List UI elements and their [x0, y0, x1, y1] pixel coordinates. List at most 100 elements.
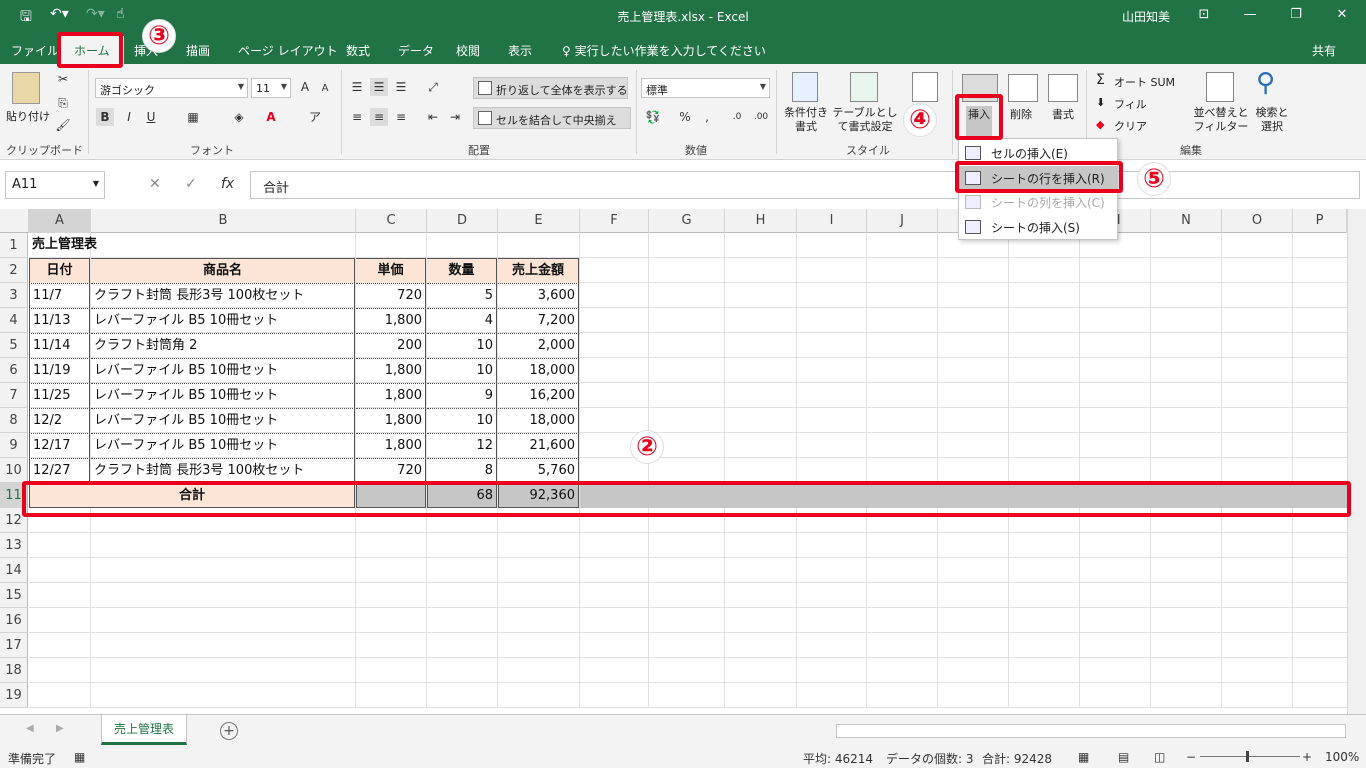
table-cell[interactable]: クラフト封筒 長形3号 100枚セット — [91, 458, 355, 483]
tab-formulas[interactable]: 数式 — [346, 42, 370, 59]
copy-icon[interactable]: ⎘ — [54, 94, 72, 112]
table-cell[interactable]: レバーファイル B5 10冊セット — [91, 383, 355, 408]
table-cell[interactable]: 1,800 — [356, 308, 426, 333]
table-cell[interactable]: 5,760 — [498, 458, 579, 483]
table-cell[interactable]: 11/19 — [29, 358, 90, 383]
user-name[interactable]: 山田知美 — [1122, 8, 1170, 25]
table-cell[interactable]: 1,800 — [356, 383, 426, 408]
table-cell[interactable]: 1,800 — [356, 433, 426, 458]
column-header[interactable]: J — [867, 209, 938, 233]
row-header[interactable]: 15 — [0, 583, 28, 608]
fill-color-icon[interactable]: ◈ — [230, 108, 248, 126]
table-cell[interactable]: 12/17 — [29, 433, 90, 458]
align-top-icon[interactable]: ☰ — [348, 78, 366, 96]
table-cell[interactable]: 10 — [427, 408, 497, 433]
delete-cells-icon[interactable] — [1008, 74, 1038, 102]
row-header[interactable]: 9 — [0, 433, 28, 458]
zoom-slider[interactable] — [1200, 756, 1300, 757]
table-cell[interactable]: 7,200 — [498, 308, 579, 333]
tab-view[interactable]: 表示 — [508, 42, 532, 59]
row-header[interactable]: 3 — [0, 283, 28, 308]
row-header[interactable]: 18 — [0, 658, 28, 683]
table-cell[interactable]: 10 — [427, 358, 497, 383]
horizontal-scrollbar[interactable] — [836, 724, 1346, 738]
phonetic-icon[interactable]: ア — [306, 108, 324, 126]
row-header[interactable]: 8 — [0, 408, 28, 433]
sheet-title-cell[interactable]: 売上管理表 — [29, 233, 355, 258]
format-cells-button[interactable]: 書式 — [1052, 106, 1074, 122]
underline-button[interactable]: U — [142, 108, 160, 126]
table-cell[interactable]: 5 — [427, 283, 497, 308]
table-cell[interactable]: 1,800 — [356, 408, 426, 433]
maximize-button[interactable]: ❐ — [1276, 4, 1316, 26]
orientation-icon[interactable]: ⤢ — [424, 78, 442, 96]
table-cell[interactable]: 11/25 — [29, 383, 90, 408]
align-center-icon[interactable]: ≡ — [370, 108, 388, 126]
table-cell[interactable]: レバーファイル B5 10冊セット — [91, 308, 355, 333]
close-button[interactable]: ✕ — [1322, 4, 1362, 26]
add-sheet-icon[interactable]: + — [220, 722, 238, 740]
italic-button[interactable]: I — [120, 108, 138, 126]
increase-indent-icon[interactable]: ⇥ — [446, 108, 464, 126]
tab-home[interactable]: ホーム — [60, 36, 124, 64]
tab-data[interactable]: データ — [398, 42, 434, 59]
autosum-button[interactable]: オート SUM — [1114, 74, 1175, 90]
conditional-format-icon[interactable] — [792, 72, 818, 102]
percent-icon[interactable]: % — [676, 108, 694, 126]
merge-center-button[interactable]: セルを結合して中央揃え — [473, 107, 631, 129]
font-color-icon[interactable]: A — [262, 108, 280, 126]
total-qty-cell[interactable]: 68 — [427, 483, 497, 508]
accounting-format-icon[interactable]: 💱 — [644, 108, 662, 126]
column-header[interactable]: N — [1151, 209, 1222, 233]
format-as-table-icon[interactable] — [850, 72, 878, 102]
vertical-scrollbar[interactable] — [1347, 209, 1366, 714]
decrease-indent-icon[interactable]: ⇤ — [424, 108, 442, 126]
ribbon-options-button[interactable]: ⊡ — [1184, 4, 1224, 26]
cancel-icon[interactable]: ✕ — [149, 176, 161, 192]
column-header[interactable]: D — [427, 209, 498, 233]
sheet-tab[interactable]: 売上管理表 — [101, 715, 187, 745]
column-header[interactable]: C — [356, 209, 427, 233]
macro-record-icon[interactable]: ▦ — [74, 750, 85, 764]
row-header[interactable]: 12 — [0, 508, 28, 533]
row-header[interactable]: 7 — [0, 383, 28, 408]
column-header[interactable]: I — [797, 209, 867, 233]
table-cell[interactable]: 720 — [356, 458, 426, 483]
menu-item-insert-cells[interactable]: セルの挿入(E) — [959, 141, 1117, 165]
row-header[interactable]: 17 — [0, 633, 28, 658]
row-header[interactable]: 14 — [0, 558, 28, 583]
conditional-format-button[interactable]: 条件付き書式 — [782, 106, 830, 134]
format-painter-icon[interactable]: 🖌 — [54, 116, 72, 134]
borders-icon[interactable]: ▦ — [184, 108, 202, 126]
paste-button[interactable]: 貼り付け — [6, 108, 50, 124]
tab-draw[interactable]: 描画 — [186, 42, 210, 59]
clear-button[interactable]: クリア — [1114, 118, 1147, 134]
page-break-view-icon[interactable]: ◫ — [1154, 750, 1165, 764]
insert-cells-button[interactable]: 挿入 — [966, 106, 992, 136]
tab-page-layout[interactable]: ページ レイアウト — [238, 42, 338, 59]
select-all-corner[interactable] — [0, 209, 29, 233]
align-bottom-icon[interactable]: ☰ — [392, 78, 410, 96]
decrease-decimal-icon[interactable]: .00 — [752, 108, 770, 126]
grow-font-icon[interactable]: A — [296, 78, 314, 96]
table-cell[interactable]: 11/7 — [29, 283, 90, 308]
table-cell[interactable]: クラフト封筒 長形3号 100枚セット — [91, 283, 355, 308]
zoom-slider-thumb[interactable] — [1246, 751, 1249, 762]
next-sheet-icon[interactable]: ▶ — [56, 723, 64, 734]
row-header[interactable]: 4 — [0, 308, 28, 333]
align-left-icon[interactable]: ≡ — [348, 108, 366, 126]
table-cell[interactable]: 12 — [427, 433, 497, 458]
table-header-cell[interactable]: 日付 — [29, 258, 90, 283]
paste-icon[interactable] — [12, 72, 40, 104]
insert-cells-icon[interactable] — [962, 74, 998, 102]
table-cell[interactable]: 12/27 — [29, 458, 90, 483]
number-format-combo[interactable]: 標準 ▼ — [641, 78, 770, 98]
column-header[interactable]: H — [725, 209, 797, 233]
total-sales-cell[interactable]: 92,360 — [498, 483, 579, 508]
row-header[interactable]: 13 — [0, 533, 28, 558]
row-header[interactable]: 11 — [0, 483, 28, 508]
sort-filter-icon[interactable] — [1206, 72, 1234, 102]
font-name-combo[interactable]: 游ゴシック ▼ — [95, 78, 248, 98]
column-header[interactable]: B — [91, 209, 356, 233]
prev-sheet-icon[interactable]: ◀ — [26, 723, 34, 734]
